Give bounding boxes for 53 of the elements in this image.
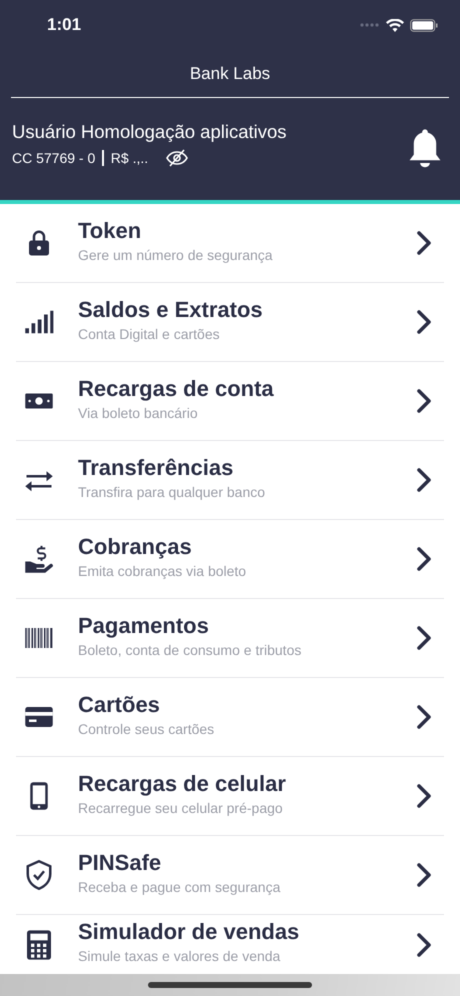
account-balance: R$ .,.. (110, 150, 148, 166)
menu-item-subtitle: Emita cobranças via boleto (78, 562, 248, 578)
menu-item[interactable]: Cartões Controle seus cartões (16, 678, 444, 757)
hand-dollar-icon (24, 544, 54, 574)
bell-icon[interactable] (408, 128, 442, 170)
menu-item-subtitle: Simule taxas e valores de venda (78, 948, 282, 964)
chevron-right-icon (416, 388, 432, 414)
menu-item-title: Recargas de celular (78, 770, 287, 796)
menu-item-subtitle: Boleto, conta de consumo e tributos (78, 642, 302, 658)
wifi-icon (386, 18, 404, 32)
menu-item-title: Saldos e Extratos (78, 296, 264, 322)
chevron-right-icon (416, 704, 432, 730)
menu-item[interactable]: Cobranças Emita cobranças via boleto (16, 520, 444, 599)
shield-check-icon (24, 860, 54, 890)
signal-dots-icon (360, 23, 380, 27)
menu-item-subtitle: Receba e pague com segurança (78, 878, 282, 894)
chevron-right-icon (416, 783, 432, 809)
menu-item-subtitle: Gere um número de segurança (78, 246, 274, 262)
menu-item-title: Token (78, 218, 142, 244)
menu-item[interactable]: Pagamentos Boleto, conta de consumo e tributos (16, 599, 444, 678)
menu-item[interactable]: Transferências Transfira para qualquer banco (16, 441, 444, 520)
eye-off-icon[interactable] (165, 149, 190, 167)
chevron-right-icon (416, 230, 432, 256)
menu-item-subtitle: Via boleto bancário (78, 404, 199, 420)
menu-item-title: Pagamentos (78, 612, 210, 638)
menu-item[interactable]: PINSafe Receba e pague com segurança (16, 836, 444, 915)
menu-item[interactable]: Recargas de conta Via boleto bancário (16, 362, 444, 441)
menu-item-subtitle: Controle seus cartões (78, 720, 216, 736)
menu-item-title: Simulador de vendas (78, 919, 300, 945)
calculator-icon (27, 930, 51, 960)
menu-item-title: Cobranças (78, 534, 193, 560)
menu-item-subtitle: Recarregue seu celular pré-pago (78, 800, 284, 816)
account-number: CC 57769 - 0 (12, 150, 96, 166)
app-title: Bank Labs (190, 64, 270, 84)
menu-item-title: Recargas de conta (78, 376, 275, 402)
menu-item[interactable]: Token Gere um número de segurança (16, 204, 444, 283)
account-holder-name: Usuário Homologação aplicativos (12, 121, 287, 143)
menu-item-subtitle: Conta Digital e cartões (78, 326, 221, 342)
menu-item[interactable]: Saldos e Extratos Conta Digital e cartões (16, 283, 444, 362)
status-time: 1:01 (47, 15, 82, 35)
chevron-right-icon (416, 467, 432, 493)
chevron-right-icon (416, 862, 432, 888)
chevron-right-icon (416, 309, 432, 335)
chevron-right-icon (416, 546, 432, 572)
menu-item-title: Cartões (78, 692, 161, 718)
chevron-right-icon (416, 625, 432, 651)
menu-item[interactable]: Simulador de vendas Simule taxas e valores de venda (16, 915, 444, 974)
menu-item-subtitle: Transfira para qualquer banco (78, 484, 266, 500)
menu-item[interactable]: Recargas de celular Recarregue seu celular pré-pago (16, 757, 444, 836)
battery-icon (410, 18, 438, 32)
chevron-right-icon (416, 932, 432, 958)
menu-item-title: Transferências (78, 454, 234, 480)
menu-item-title: PINSafe (78, 850, 162, 876)
